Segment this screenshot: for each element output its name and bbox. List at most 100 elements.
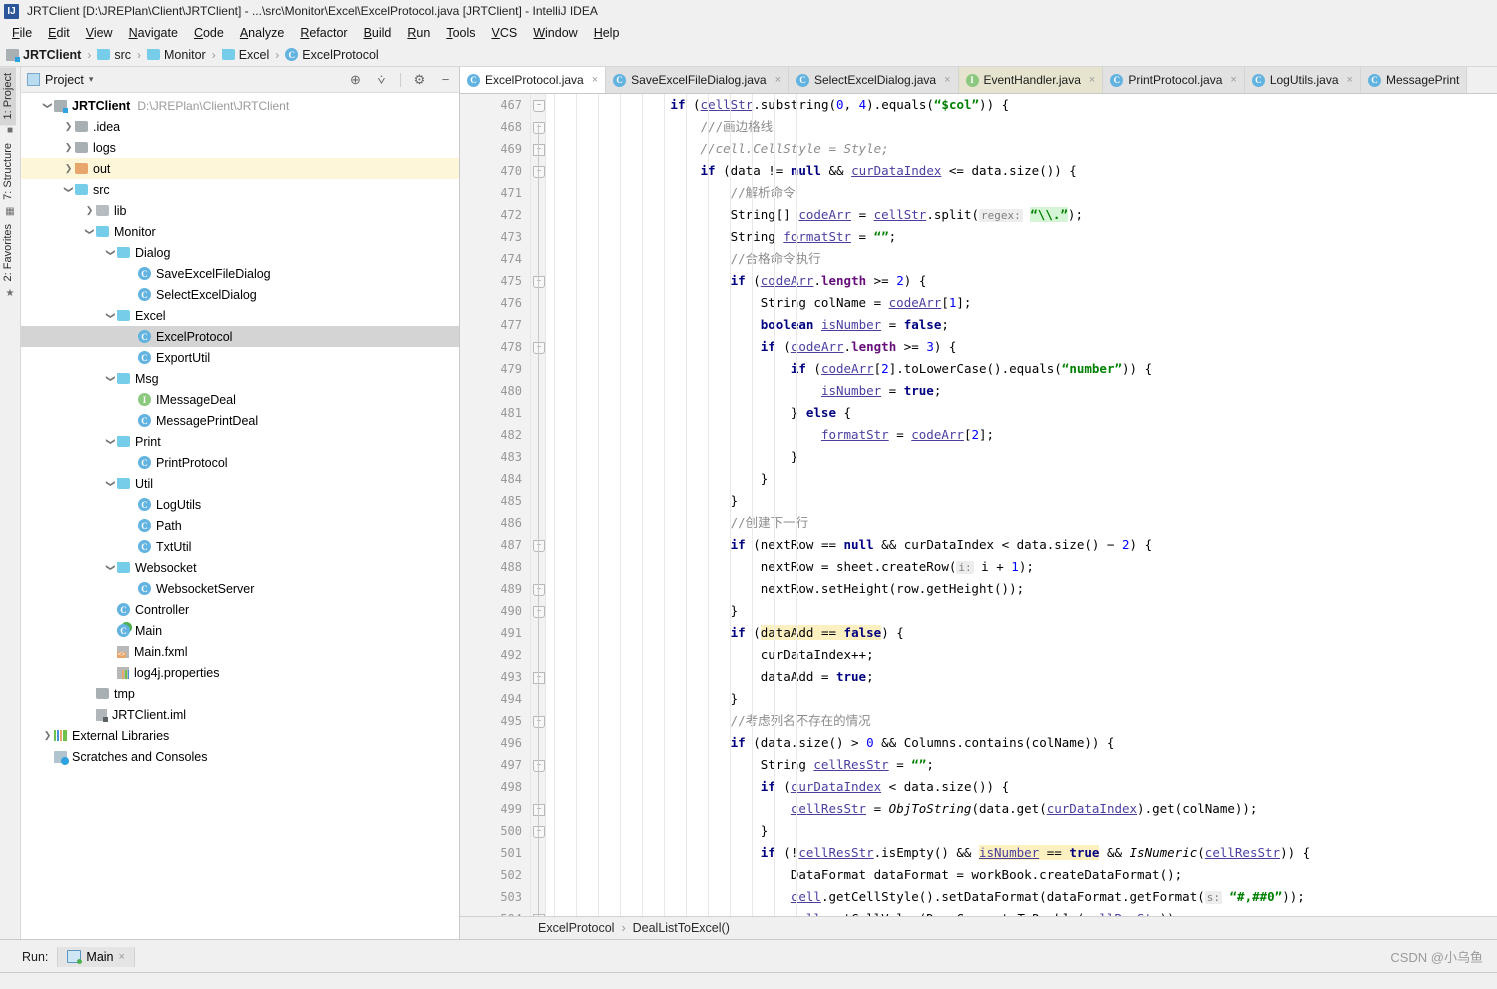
chevron-down-icon[interactable]: ▾	[89, 74, 94, 85]
menu-item-view[interactable]: View	[78, 24, 121, 42]
tree-node-path[interactable]: C Path	[21, 515, 459, 536]
chevron-down-icon[interactable]: ❯	[105, 246, 116, 259]
hide-icon[interactable]: −	[438, 72, 453, 87]
chevron-down-icon[interactable]: ❯	[105, 372, 116, 385]
fold-minus-icon[interactable]: −	[533, 914, 545, 916]
chevron-down-icon[interactable]: ❯	[105, 561, 116, 574]
editor-tab-printprotocoljava[interactable]: C PrintProtocol.java ×	[1103, 67, 1245, 93]
menu-item-refactor[interactable]: Refactor	[292, 24, 355, 42]
fold-collapse-icon[interactable]: −	[533, 342, 545, 354]
settings-gear-icon[interactable]: ⚙	[412, 72, 427, 87]
breadcrumb-item-excel[interactable]: Excel	[221, 48, 269, 62]
fold-collapse-icon[interactable]: −	[533, 826, 545, 838]
editor-tab-messageprint[interactable]: C MessagePrint	[1360, 67, 1468, 93]
code-folding-strip[interactable]: − − − − − − − − − − − − − − −	[531, 94, 546, 916]
menu-item-vcs[interactable]: VCS	[484, 24, 526, 42]
fold-collapse-icon[interactable]: −	[533, 606, 545, 618]
chevron-right-icon[interactable]: ❯	[62, 121, 75, 132]
editor-breadcrumb-item-0[interactable]: ExcelProtocol	[538, 921, 614, 935]
menu-item-help[interactable]: Help	[586, 24, 628, 42]
tree-node-excel[interactable]: ❯ Excel	[21, 305, 459, 326]
menu-item-navigate[interactable]: Navigate	[121, 24, 186, 42]
tree-node-externallibraries[interactable]: ❯ External Libraries	[21, 725, 459, 746]
fold-collapse-icon[interactable]: −	[533, 166, 545, 178]
fold-collapse-icon[interactable]: −	[533, 584, 545, 596]
tree-node-log4jproperties[interactable]: log4j.properties	[21, 662, 459, 683]
breadcrumb-item-jrtclient[interactable]: JRTClient	[6, 48, 81, 62]
editor-tab-excelprotocoljava[interactable]: C ExcelProtocol.java ×	[460, 67, 607, 93]
tree-node-main[interactable]: C Main	[21, 620, 459, 641]
tree-node-excelprotocol[interactable]: C ExcelProtocol	[21, 326, 459, 347]
fold-collapse-icon[interactable]: −	[533, 100, 545, 112]
menu-item-window[interactable]: Window	[525, 24, 585, 42]
tree-node-messageprintdeal[interactable]: C MessagePrintDeal	[21, 410, 459, 431]
editor-viewport[interactable]: 467 468 469 470 471 472 473 474 475 476 477 478 479 4…	[460, 94, 1497, 916]
menu-item-analyze[interactable]: Analyze	[232, 24, 292, 42]
menu-item-file[interactable]: File	[4, 24, 40, 42]
run-tab-main[interactable]: Main ×	[57, 946, 135, 967]
tree-node-lib[interactable]: ❯ lib	[21, 200, 459, 221]
tree-node-out[interactable]: ❯ out	[21, 158, 459, 179]
tree-node-idea[interactable]: ❯ .idea	[21, 116, 459, 137]
project-pane-title-group[interactable]: Project ▾	[27, 73, 93, 87]
close-icon[interactable]: ×	[944, 74, 950, 86]
editor-tab-logutilsjava[interactable]: C LogUtils.java ×	[1244, 67, 1361, 93]
tree-node-print[interactable]: ❯ Print	[21, 431, 459, 452]
tree-node-util[interactable]: ❯ Util	[21, 473, 459, 494]
tree-node-imessagedeal[interactable]: I IMessageDeal	[21, 389, 459, 410]
chevron-down-icon[interactable]: ❯	[105, 435, 116, 448]
tree-node-controller[interactable]: C Controller	[21, 599, 459, 620]
tree-node-printprotocol[interactable]: C PrintProtocol	[21, 452, 459, 473]
tool-window-tab-project[interactable]: 1: Project	[0, 67, 16, 126]
fold-collapse-icon[interactable]: −	[533, 276, 545, 288]
chevron-right-icon[interactable]: ❯	[83, 205, 96, 216]
menu-item-edit[interactable]: Edit	[40, 24, 78, 42]
tree-node-saveexcelfiledialog[interactable]: C SaveExcelFileDialog	[21, 263, 459, 284]
fold-collapse-icon[interactable]: −	[533, 122, 545, 134]
chevron-down-icon[interactable]: ❯	[42, 99, 53, 112]
tree-node-logutils[interactable]: C LogUtils	[21, 494, 459, 515]
fold-collapse-icon[interactable]: −	[533, 760, 545, 772]
chevron-right-icon[interactable]: ❯	[41, 730, 54, 741]
tree-node-jrtclientiml[interactable]: JRTClient.iml	[21, 704, 459, 725]
tree-node-logs[interactable]: ❯ logs	[21, 137, 459, 158]
editor-tab-selectexceldialogjava[interactable]: C SelectExcelDialog.java ×	[789, 67, 959, 93]
fold-collapse-icon[interactable]: −	[533, 716, 545, 728]
fold-minus-icon[interactable]: −	[533, 804, 545, 816]
tree-node-src[interactable]: ❯ src	[21, 179, 459, 200]
locate-icon[interactable]: ⊕	[348, 72, 363, 87]
tree-node-websocketserver[interactable]: C WebsocketServer	[21, 578, 459, 599]
close-icon[interactable]: ×	[119, 951, 125, 963]
tree-node-txtutil[interactable]: C TxtUtil	[21, 536, 459, 557]
tree-node-dialog[interactable]: ❯ Dialog	[21, 242, 459, 263]
close-icon[interactable]: ×	[1230, 74, 1236, 86]
close-icon[interactable]: ×	[1089, 74, 1095, 86]
menu-item-run[interactable]: Run	[399, 24, 438, 42]
breadcrumb-item-excelprotocol[interactable]: C ExcelProtocol	[285, 48, 379, 62]
editor-tab-eventhandlerjava[interactable]: I EventHandler.java ×	[958, 67, 1104, 93]
tree-node-exportutil[interactable]: C ExportUtil	[21, 347, 459, 368]
chevron-down-icon[interactable]: ❯	[84, 225, 95, 238]
tree-node-jrtclient[interactable]: ❯ JRTClient D:\JREPlan\Client\JRTClient	[21, 95, 459, 116]
menu-item-tools[interactable]: Tools	[438, 24, 483, 42]
chevron-right-icon[interactable]: ❯	[62, 142, 75, 153]
fold-minus-icon[interactable]: −	[533, 144, 545, 156]
collapse-all-icon[interactable]: ⩒	[374, 72, 389, 87]
chevron-down-icon[interactable]: ❯	[63, 183, 74, 196]
breadcrumb-item-src[interactable]: src	[97, 48, 131, 62]
editor-breadcrumb-item-1[interactable]: DealListToExcel()	[633, 921, 730, 935]
menu-item-build[interactable]: Build	[356, 24, 400, 42]
chevron-down-icon[interactable]: ❯	[105, 309, 116, 322]
tree-node-websocket[interactable]: ❯ Websocket	[21, 557, 459, 578]
close-icon[interactable]: ×	[1347, 74, 1353, 86]
code-content[interactable]: if (cellStr.substring(0, 4).equals(“$col…	[546, 94, 1497, 916]
tree-node-monitor[interactable]: ❯ Monitor	[21, 221, 459, 242]
breadcrumb-item-monitor[interactable]: Monitor	[147, 48, 206, 62]
tree-node-scratchesandconsoles[interactable]: Scratches and Consoles	[21, 746, 459, 767]
close-icon[interactable]: ×	[592, 74, 598, 86]
tree-node-selectexceldialog[interactable]: C SelectExcelDialog	[21, 284, 459, 305]
tool-window-tab-structure[interactable]: 7: Structure	[0, 137, 16, 206]
fold-collapse-icon[interactable]: −	[533, 540, 545, 552]
chevron-down-icon[interactable]: ❯	[105, 477, 116, 490]
chevron-right-icon[interactable]: ❯	[62, 163, 75, 174]
